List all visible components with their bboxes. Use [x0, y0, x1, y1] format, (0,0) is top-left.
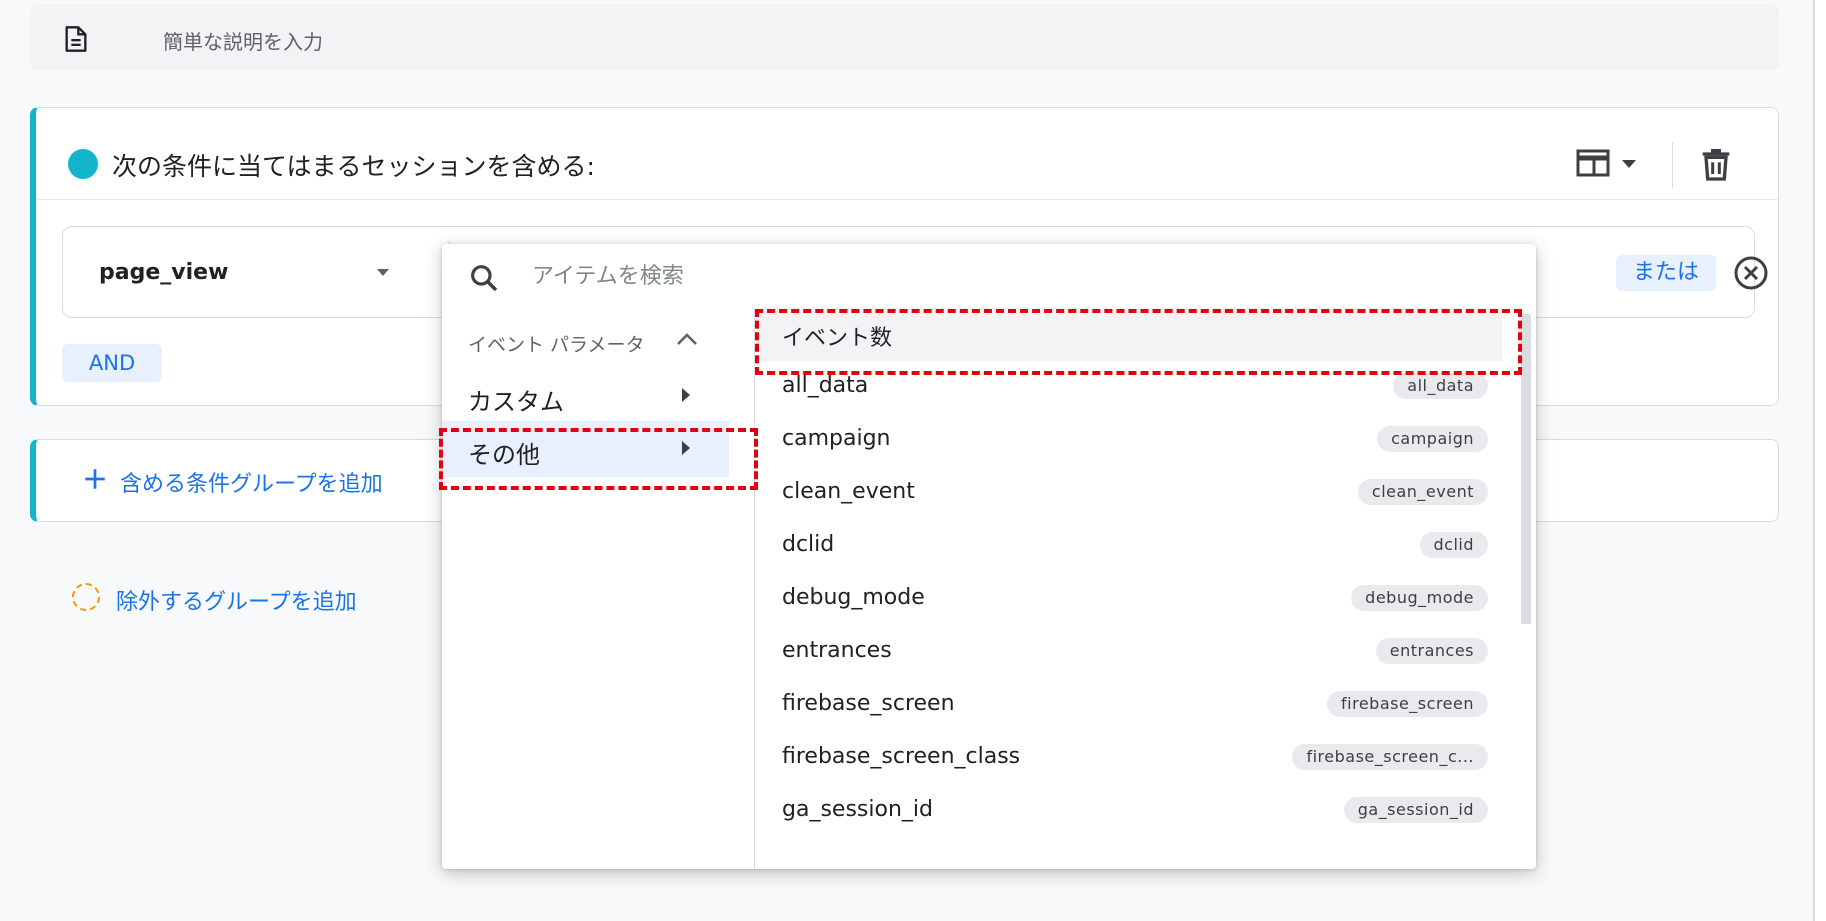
event-select[interactable]: page_view: [63, 227, 423, 317]
item-tag: firebase_screen_c...: [1292, 744, 1488, 770]
category-item-label: その他: [468, 441, 540, 469]
item-name: entrances: [782, 638, 892, 663]
add-exclude-group-button[interactable]: 除外するグループを追加: [72, 580, 402, 616]
add-include-group-label: 含める条件グループを追加: [120, 472, 383, 497]
arrow-right-icon: [682, 388, 690, 402]
arrow-right-icon: [682, 441, 690, 455]
header-divider: [1672, 142, 1673, 188]
trash-icon[interactable]: [1696, 144, 1736, 184]
list-item[interactable]: ga_session_id ga_session_id: [756, 785, 1502, 838]
list-item[interactable]: all_data all_data: [756, 361, 1502, 414]
group-title: 次の条件に当てはまるセッションを含める:: [112, 152, 595, 181]
item-tag: campaign: [1377, 426, 1488, 452]
item-tag: dclid: [1419, 532, 1488, 558]
item-name: firebase_screen: [782, 691, 955, 716]
clear-icon[interactable]: [1733, 255, 1769, 291]
or-button[interactable]: または: [1616, 255, 1716, 291]
dashed-circle-icon: [72, 583, 100, 611]
group-header: 次の条件に当てはまるセッションを含める:: [36, 108, 1778, 200]
item-list: イベント数 all_data all_data campaign campaig…: [756, 308, 1536, 869]
category-item-label: カスタム: [468, 388, 564, 416]
item-tag: debug_mode: [1351, 585, 1488, 611]
group-indicator-dot: [68, 149, 98, 179]
item-name: all_data: [782, 373, 869, 398]
document-icon: [65, 26, 87, 52]
item-name: campaign: [782, 426, 891, 451]
description-input[interactable]: 簡単な説明を入力: [163, 26, 323, 55]
list-item[interactable]: firebase_screen_class firebase_screen_c.…: [756, 732, 1502, 785]
dropdown-scrollbar[interactable]: [1521, 314, 1531, 624]
item-tag: ga_session_id: [1343, 797, 1488, 823]
item-tag: clean_event: [1357, 479, 1488, 505]
item-tag: all_data: [1393, 373, 1488, 399]
item-name: dclid: [782, 532, 835, 557]
list-item[interactable]: イベント数: [756, 308, 1502, 361]
search-icon: [471, 265, 498, 292]
description-bar[interactable]: 簡単な説明を入力: [30, 4, 1779, 71]
item-name: ga_session_id: [782, 797, 933, 822]
category-column: イベント パラメータ カスタム その他: [442, 308, 755, 869]
list-item[interactable]: dclid dclid: [756, 520, 1502, 573]
item-name: clean_event: [782, 479, 915, 504]
plus-icon: [85, 469, 105, 489]
item-name: debug_mode: [782, 585, 925, 610]
item-name: イベント数: [782, 326, 893, 351]
scrollbar-track: [1813, 0, 1826, 921]
and-button[interactable]: AND: [62, 344, 162, 382]
list-item[interactable]: campaign campaign: [756, 414, 1502, 467]
list-item[interactable]: firebase_screen firebase_screen: [756, 679, 1502, 732]
search-row: [442, 244, 1536, 308]
event-select-value: page_view: [99, 260, 229, 285]
item-tag: firebase_screen: [1327, 691, 1488, 717]
chevron-up-icon[interactable]: [676, 332, 698, 346]
caret-down-icon: [377, 269, 389, 276]
category-section-label: イベント パラメータ: [468, 334, 645, 356]
category-item-other[interactable]: その他: [442, 421, 729, 477]
item-tag: entrances: [1375, 638, 1488, 664]
search-input[interactable]: [532, 256, 1432, 296]
list-item[interactable]: entrances entrances: [756, 626, 1502, 679]
add-exclude-group-label: 除外するグループを追加: [116, 590, 357, 615]
layout-icon[interactable]: [1574, 146, 1646, 182]
item-name: firebase_screen_class: [782, 744, 1021, 769]
list-item[interactable]: debug_mode debug_mode: [756, 573, 1502, 626]
category-item-custom[interactable]: カスタム: [442, 368, 729, 424]
list-item[interactable]: clean_event clean_event: [756, 467, 1502, 520]
dimension-dropdown: イベント パラメータ カスタム その他 イベント数 all_data all_d…: [442, 244, 1536, 869]
